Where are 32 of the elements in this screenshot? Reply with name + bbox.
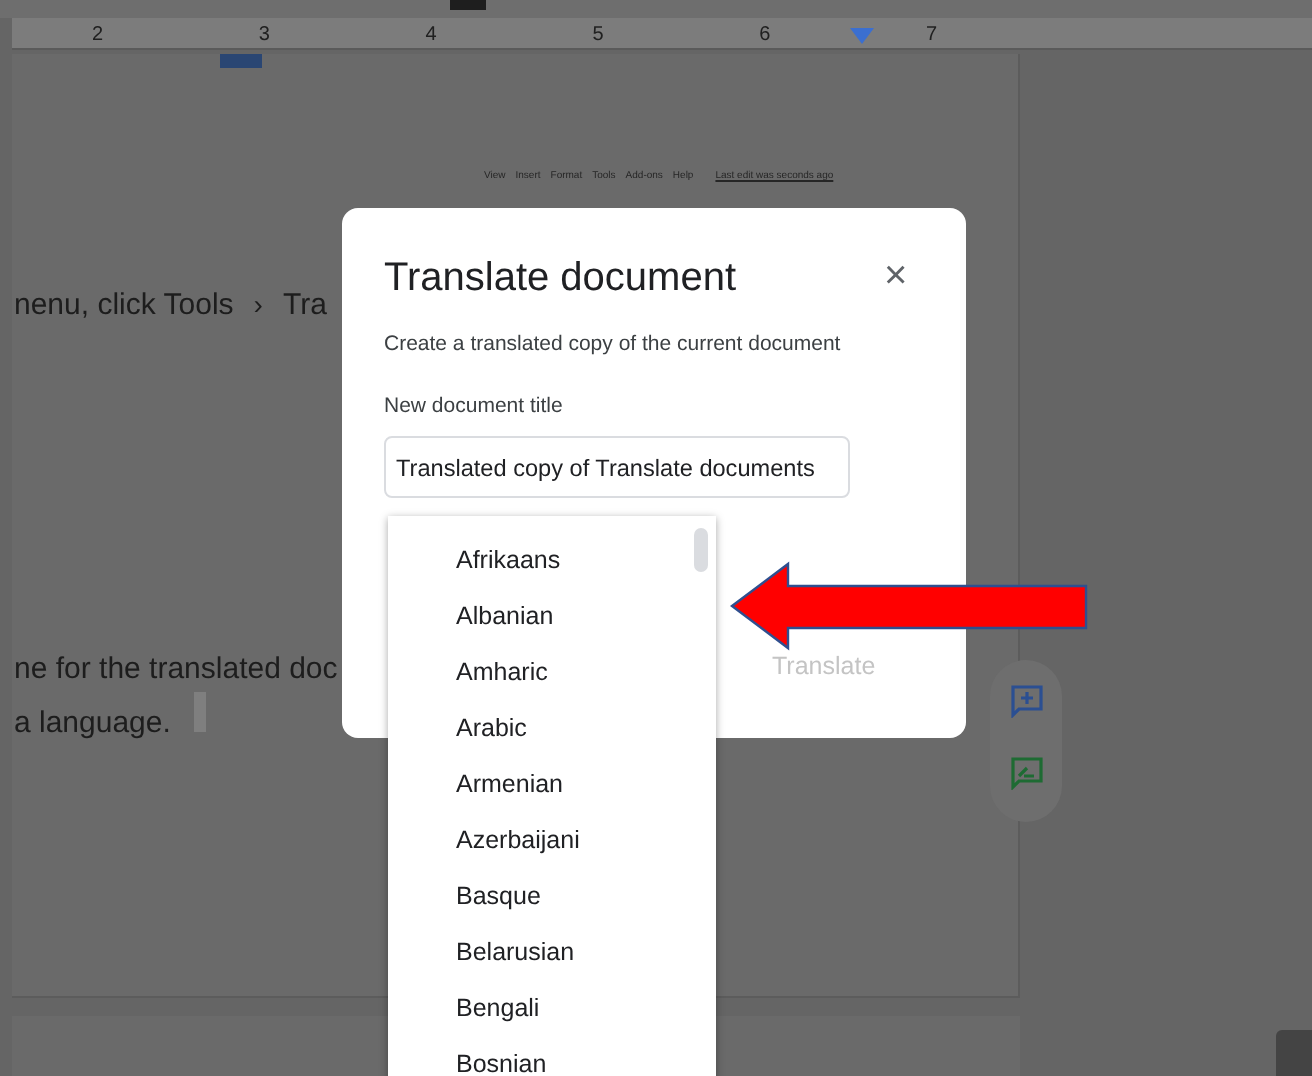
ruler-number: 6 <box>759 22 771 50</box>
document-text: a language. <box>14 704 171 744</box>
close-button[interactable]: × <box>878 252 914 300</box>
dialog-description: Create a translated copy of the current document <box>384 330 841 360</box>
language-option[interactable]: Belarusian <box>388 924 716 980</box>
document-text: Tra <box>282 286 327 326</box>
ruler-number: 4 <box>425 22 437 50</box>
language-option[interactable]: Arabic <box>388 700 716 756</box>
document-text: ne for the translated doc <box>14 650 338 690</box>
chevron-icon: › <box>253 284 263 326</box>
language-option[interactable]: Basque <box>388 868 716 924</box>
suggest-edit-icon[interactable] <box>1010 756 1044 790</box>
toolbar-mark <box>450 0 486 10</box>
ruler-number: 3 <box>258 22 270 50</box>
field-label: New document title <box>384 392 563 422</box>
document-text: nenu, click Tools <box>14 286 234 326</box>
indent-marker-icon[interactable] <box>850 28 874 44</box>
ruler-number: 7 <box>926 22 938 50</box>
language-option[interactable]: Armenian <box>388 756 716 812</box>
language-option[interactable]: Azerbaijani <box>388 812 716 868</box>
dialog-title: Translate document <box>384 254 737 302</box>
add-comment-icon[interactable] <box>1010 684 1044 718</box>
language-option[interactable]: Bengali <box>388 980 716 1036</box>
language-option[interactable]: Bosnian <box>388 1036 716 1076</box>
indent-marker[interactable] <box>220 54 262 68</box>
ruler-number: 5 <box>592 22 604 50</box>
language-option[interactable]: Albanian <box>388 588 716 644</box>
title-input[interactable]: Translated copy of Translate documents <box>384 436 850 498</box>
language-option[interactable]: Afrikaans <box>388 532 716 588</box>
ruler-number: 2 <box>92 22 104 50</box>
scrollbar-thumb[interactable] <box>694 528 708 572</box>
language-option[interactable]: Amharic <box>388 644 716 700</box>
